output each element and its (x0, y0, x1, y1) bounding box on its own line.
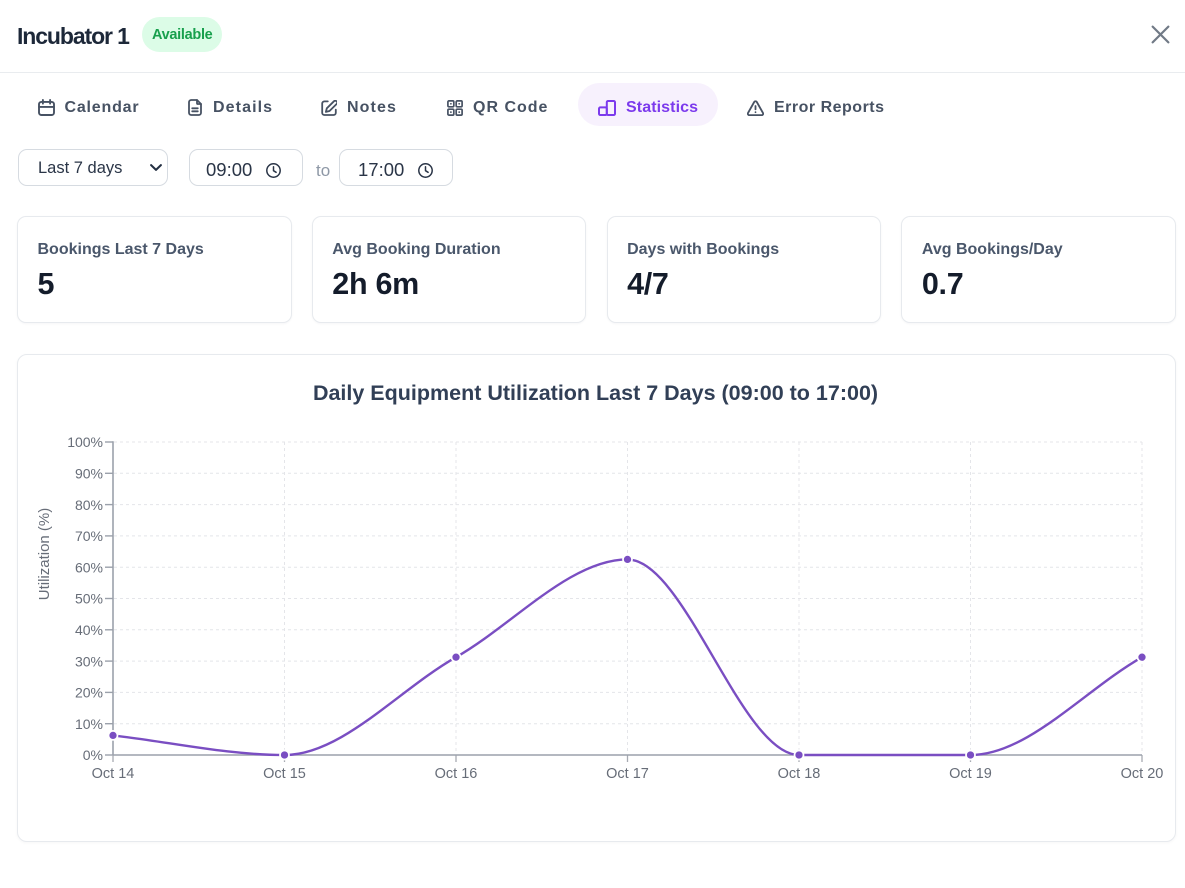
svg-text:Oct 19: Oct 19 (949, 766, 992, 782)
svg-text:30%: 30% (75, 653, 103, 669)
svg-text:100%: 100% (67, 434, 103, 450)
svg-text:40%: 40% (75, 622, 103, 638)
svg-text:Utilization (%): Utilization (%) (36, 508, 53, 601)
svg-text:0%: 0% (83, 747, 103, 763)
svg-text:70%: 70% (75, 528, 103, 544)
svg-text:60%: 60% (75, 559, 103, 575)
svg-text:Oct 17: Oct 17 (606, 766, 649, 782)
svg-text:Oct 16: Oct 16 (435, 766, 478, 782)
svg-text:10%: 10% (75, 716, 103, 732)
svg-text:80%: 80% (75, 497, 103, 513)
svg-text:Oct 18: Oct 18 (778, 766, 821, 782)
svg-text:20%: 20% (75, 685, 103, 701)
svg-text:Oct 14: Oct 14 (92, 766, 135, 782)
svg-text:50%: 50% (75, 591, 103, 607)
svg-text:Oct 20: Oct 20 (1121, 766, 1164, 782)
svg-text:Oct 15: Oct 15 (263, 766, 306, 782)
svg-text:90%: 90% (75, 466, 103, 482)
